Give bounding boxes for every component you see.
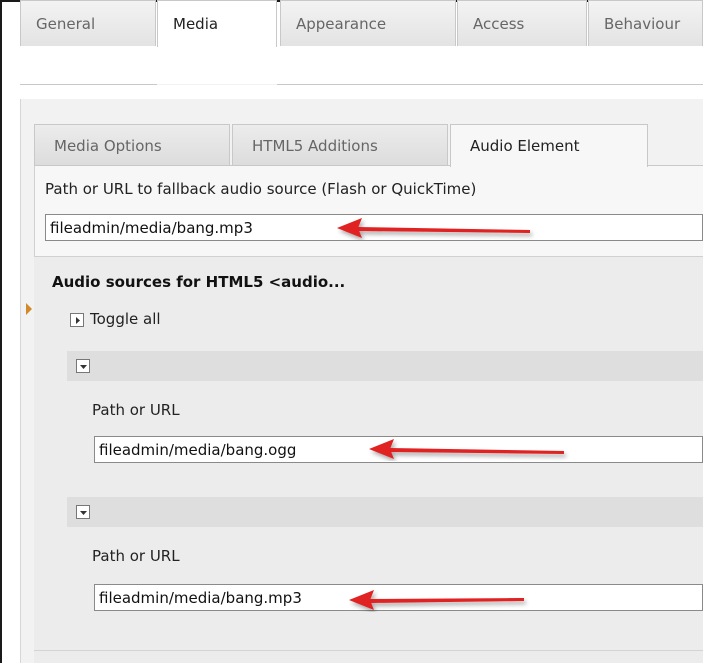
- subtab-label: Media Options: [54, 137, 162, 155]
- tab-label: Access: [473, 15, 525, 33]
- tab-label: General: [36, 15, 96, 33]
- tab-border: [20, 84, 157, 85]
- tab-access[interactable]: Access: [457, 0, 587, 46]
- section-bottom-divider: [34, 650, 703, 651]
- tab-border: [277, 84, 703, 85]
- orange-triangle-marker-icon: [26, 303, 32, 315]
- tab-appearance[interactable]: Appearance: [280, 0, 456, 46]
- tab-label: Behaviour: [604, 15, 681, 33]
- subtab-label: HTML5 Additions: [252, 137, 378, 155]
- red-arrow-pointer-icon: [337, 218, 530, 238]
- section-title: Audio sources for HTML5 <audio...: [52, 273, 346, 291]
- tab-general[interactable]: General: [20, 0, 156, 46]
- source-item-body: [67, 527, 703, 627]
- subtab-label: Audio Element: [470, 137, 580, 155]
- collapse-arrow-down-icon[interactable]: [76, 359, 90, 373]
- collapse-arrow-down-icon[interactable]: [76, 505, 90, 519]
- red-arrow-pointer-icon: [349, 590, 524, 610]
- subtab-html5-additions[interactable]: HTML5 Additions: [232, 124, 448, 166]
- subtab-audio-element[interactable]: Audio Element: [450, 124, 648, 167]
- red-arrow-pointer-icon: [369, 439, 564, 459]
- tab-media[interactable]: Media: [157, 0, 277, 47]
- tab-label: Media: [173, 15, 219, 33]
- tab-label: Appearance: [296, 15, 387, 33]
- source-path-label: Path or URL: [92, 401, 180, 419]
- source-item-header[interactable]: [67, 497, 703, 527]
- subtab-media-options[interactable]: Media Options: [34, 124, 230, 166]
- tab-content-top: [20, 85, 703, 99]
- expand-arrow-right-icon[interactable]: [70, 313, 84, 327]
- fallback-label: Path or URL to fallback audio source (Fl…: [45, 180, 477, 198]
- source-path-label: Path or URL: [92, 547, 180, 565]
- toggle-all-link[interactable]: Toggle all: [90, 310, 161, 328]
- source-item-header[interactable]: [67, 351, 703, 381]
- tab-behaviour[interactable]: Behaviour: [588, 0, 703, 46]
